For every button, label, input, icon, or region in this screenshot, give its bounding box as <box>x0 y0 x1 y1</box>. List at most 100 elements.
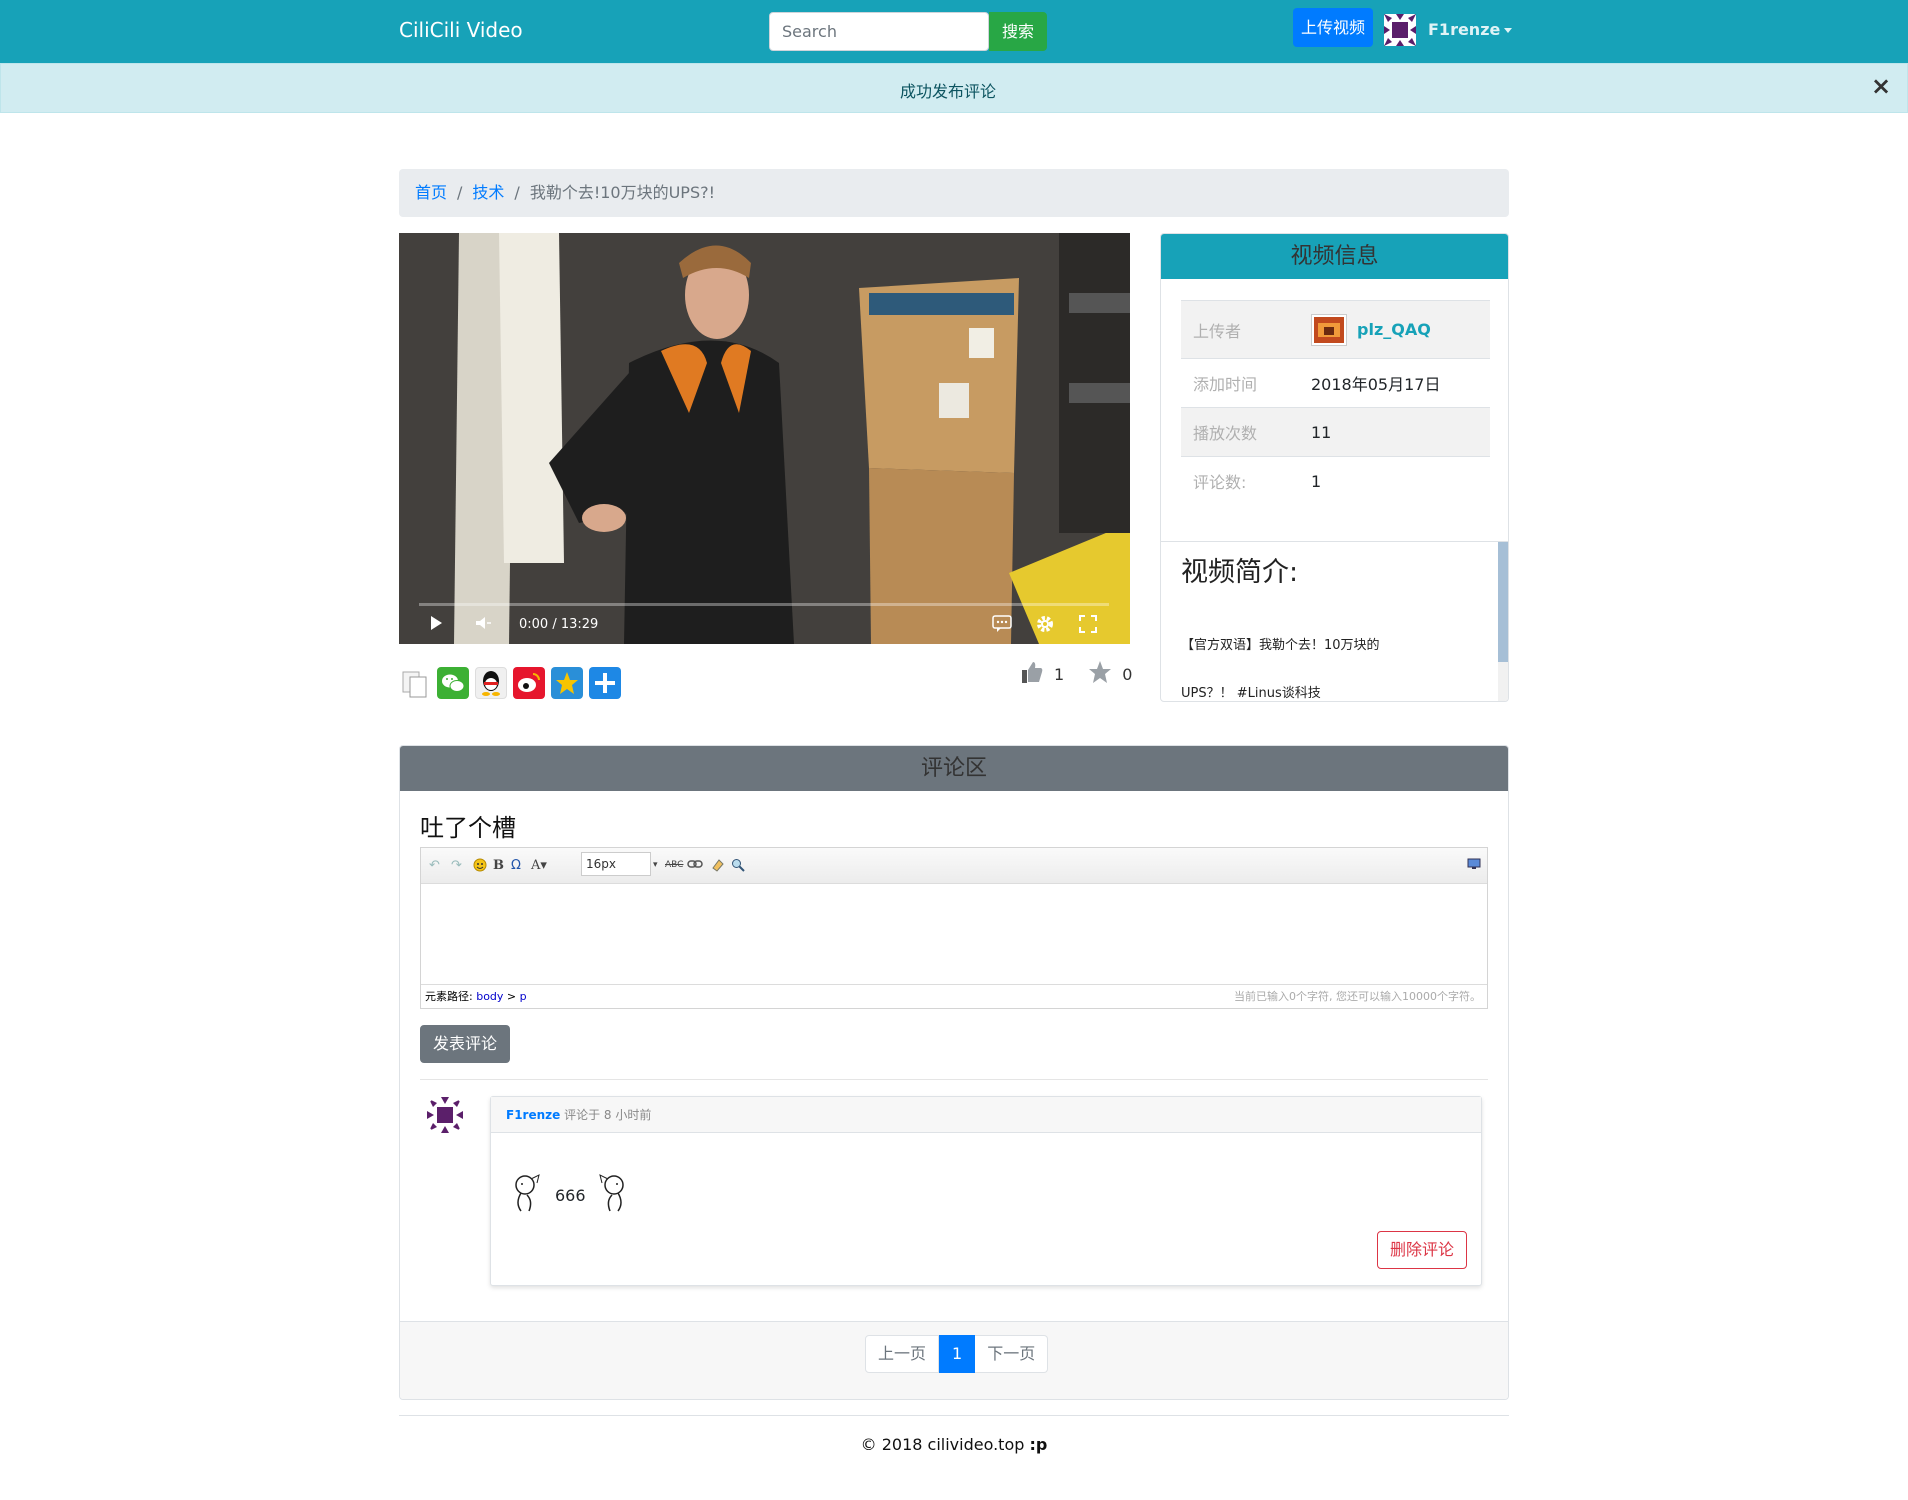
commenter-avatar[interactable] <box>425 1095 465 1135</box>
breadcrumb-home-link[interactable]: 首页 <box>415 183 447 202</box>
more-share-plus-icon[interactable] <box>589 667 621 699</box>
font-color-icon[interactable]: A▾ <box>531 858 547 873</box>
emoji-icon[interactable] <box>473 858 487 876</box>
footer-smile: :p <box>1029 1435 1048 1454</box>
qq-icon[interactable] <box>475 667 507 699</box>
strikethrough-icon[interactable]: ABC <box>665 860 683 870</box>
uploader-avatar <box>1311 313 1347 346</box>
footer: © 2018 cilivideo.top :p <box>0 1435 1908 1454</box>
undo-icon[interactable]: ↶ <box>429 858 440 873</box>
video-player[interactable]: 0:00 / 13:29 <box>399 233 1130 644</box>
delete-comment-button[interactable]: 删除评论 <box>1377 1231 1467 1269</box>
comment-body: 666 <box>511 1173 630 1217</box>
alert-message: 成功发布评论 <box>899 82 996 101</box>
caret-down-icon <box>1504 28 1513 33</box>
user-avatar[interactable] <box>1384 14 1416 46</box>
copy-link-icon[interactable] <box>399 667 431 699</box>
video-info-title: 视频信息 <box>1161 234 1508 279</box>
like-count: 1 <box>1054 664 1065 684</box>
uploader-link[interactable]: plz_QAQ <box>1311 313 1478 346</box>
upload-video-button[interactable]: 上传视频 <box>1293 8 1373 47</box>
link-icon[interactable] <box>687 858 703 873</box>
play-icon[interactable] <box>429 615 443 635</box>
favorite-star-icon[interactable] <box>1088 660 1112 688</box>
uploader-name: plz_QAQ <box>1357 320 1431 339</box>
thumbs-up-icon[interactable] <box>1020 660 1044 688</box>
info-row-date: 添加时间 2018年05月17日 <box>1181 358 1490 408</box>
path-p-link[interactable]: p <box>520 990 527 1003</box>
intro-text: 【官方双语】我勒个去！10万块的 UPS？！ #Linus谈科技 <box>1181 622 1481 701</box>
volume-icon[interactable] <box>475 616 493 634</box>
info-label: 评论数: <box>1181 456 1299 506</box>
fullscreen-editor-icon[interactable] <box>1467 858 1481 874</box>
editor-content-area[interactable] <box>421 884 1487 984</box>
user-menu-dropdown[interactable]: F1renze <box>1428 20 1513 39</box>
intro-scrollbar-thumb[interactable] <box>1498 542 1508 662</box>
comment-pagination-footer: 上一页 1 下一页 <box>400 1321 1508 1399</box>
share-bar <box>399 667 621 699</box>
comment-section: 评论区 吐了个槽 ↶ ↷ B Ω A▾ 16px ▾ ABC 元素路径: bod… <box>399 745 1509 1400</box>
breadcrumb: 首页 / 技术 / 我勒个去!10万块的UPS?! <box>399 169 1509 217</box>
fullscreen-icon[interactable] <box>1079 615 1097 637</box>
info-row-plays: 播放次数 11 <box>1181 407 1490 457</box>
close-icon[interactable]: × <box>1871 72 1891 100</box>
breadcrumb-category-link[interactable]: 技术 <box>472 183 504 202</box>
editor-toolbar: ↶ ↷ B Ω A▾ 16px ▾ ABC <box>421 848 1487 884</box>
footer-copyright: © 2018 cilivideo.top <box>860 1435 1025 1454</box>
dropdown-arrow-icon[interactable]: ▾ <box>653 860 658 870</box>
navbar: CiliCili Video Search 搜索 上传视频 F1renze <box>0 0 1908 63</box>
preview-magnifier-icon[interactable] <box>731 858 745 876</box>
rich-text-editor: ↶ ↷ B Ω A▾ 16px ▾ ABC 元素路径: body > p 当前已… <box>420 847 1488 1009</box>
special-char-icon[interactable]: Ω <box>511 858 521 873</box>
comment-text: 666 <box>555 1185 586 1205</box>
username-label: F1renze <box>1428 20 1501 39</box>
comment-section-title: 评论区 <box>400 746 1508 791</box>
video-progress-bar[interactable] <box>419 603 1109 606</box>
editor-status-bar: 元素路径: body > p 当前已输入0个字符, 您还可以输入10000个字符… <box>421 984 1487 1008</box>
video-stats: 1 0 <box>1020 660 1132 688</box>
search-button[interactable]: 搜索 <box>989 12 1047 51</box>
favorite-count: 0 <box>1122 664 1133 684</box>
info-value: 1 <box>1299 456 1490 506</box>
bold-icon[interactable]: B <box>493 858 504 873</box>
intro-title: 视频简介: <box>1181 557 1299 588</box>
comment-author-link[interactable]: F1renze <box>506 1108 560 1122</box>
comment-heading: 吐了个槽 <box>420 814 516 842</box>
settings-gear-icon[interactable] <box>1035 614 1055 638</box>
video-info-card: 视频信息 上传者 plz_QAQ 添加时间 2018年05月17日 播放次数 1… <box>1160 233 1509 702</box>
info-label: 添加时间 <box>1181 358 1299 408</box>
page-number-current[interactable]: 1 <box>939 1335 976 1373</box>
font-size-select[interactable]: 16px <box>581 852 651 876</box>
comment-header: F1renze 评论于 8 小时前 <box>491 1097 1481 1133</box>
info-label: 上传者 <box>1181 300 1299 359</box>
qzone-star-icon[interactable] <box>551 667 583 699</box>
video-frame <box>399 233 1130 644</box>
captions-icon[interactable] <box>992 615 1012 637</box>
weibo-icon[interactable] <box>513 667 545 699</box>
wechat-icon[interactable] <box>437 667 469 699</box>
video-info-table: 上传者 plz_QAQ 添加时间 2018年05月17日 播放次数 11 评论数… <box>1181 300 1490 506</box>
info-row-uploader: 上传者 plz_QAQ <box>1181 300 1490 359</box>
success-alert: 成功发布评论 × <box>0 63 1908 113</box>
comment-time: 评论于 8 小时前 <box>564 1108 652 1122</box>
redo-icon[interactable]: ↷ <box>451 858 462 873</box>
post-comment-button[interactable]: 发表评论 <box>420 1025 510 1063</box>
video-time: 0:00 / 13:29 <box>519 617 599 632</box>
intro-line: 【官方双语】我勒个去！10万块的 <box>1181 638 1380 653</box>
char-count: 当前已输入0个字符, 您还可以输入10000个字符。 <box>1234 990 1481 1003</box>
info-row-comments: 评论数: 1 <box>1181 456 1490 506</box>
next-page-button[interactable]: 下一页 <box>975 1335 1049 1373</box>
brand-logo[interactable]: CiliCili Video <box>399 18 523 42</box>
comment-item: F1renze 评论于 8 小时前 666 删除评论 <box>490 1096 1482 1286</box>
element-path-label: 元素路径: <box>425 990 473 1003</box>
sticker-emoji-icon <box>511 1173 547 1217</box>
font-size-value: 16px <box>586 857 616 871</box>
info-label: 播放次数 <box>1181 407 1299 457</box>
eraser-icon[interactable] <box>711 858 725 876</box>
pagination: 上一页 1 下一页 <box>865 1335 1049 1373</box>
info-value: 11 <box>1299 407 1490 457</box>
prev-page-button[interactable]: 上一页 <box>865 1335 940 1373</box>
path-body-link[interactable]: body <box>476 990 503 1003</box>
breadcrumb-current: 我勒个去!10万块的UPS?! <box>529 183 716 202</box>
search-input[interactable]: Search <box>769 12 989 51</box>
